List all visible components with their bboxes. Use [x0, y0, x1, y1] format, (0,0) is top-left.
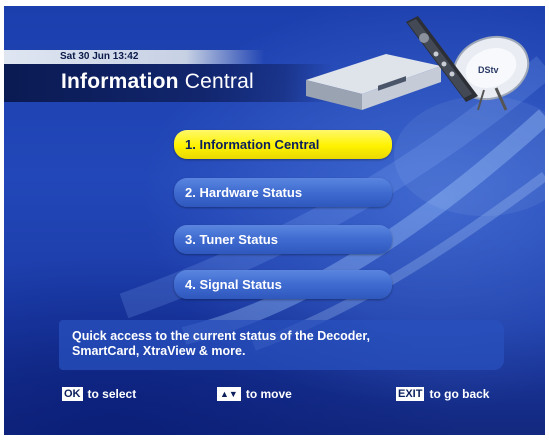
decoder-remote-dish-icon: DStv: [306, 16, 530, 111]
description-line-2: SmartCard, XtraView & more.: [72, 344, 246, 358]
footer-move-hint: ▲▼ to move: [217, 386, 292, 402]
menu-item-hardware-status[interactable]: 2. Hardware Status: [174, 178, 392, 207]
page-title: Information Central: [61, 70, 254, 94]
page-title-bold: Information: [61, 70, 179, 93]
exit-key-icon: EXIT: [396, 387, 425, 401]
up-down-arrows-icon: ▲▼: [217, 387, 241, 401]
description-line-1: Quick access to the current status of th…: [72, 329, 371, 343]
menu-item-information-central[interactable]: 1. Information Central: [174, 130, 392, 159]
move-hint-text: to move: [245, 387, 292, 401]
footer-ok-hint: OK to select: [62, 386, 136, 402]
ok-hint-text: to select: [87, 387, 137, 401]
dish-logo: DStv: [478, 65, 499, 75]
menu-item-signal-status[interactable]: 4. Signal Status: [174, 270, 392, 299]
menu-item-tuner-status[interactable]: 3. Tuner Status: [174, 225, 392, 254]
ok-key-icon: OK: [62, 387, 83, 401]
exit-hint-text: to go back: [429, 387, 490, 401]
tv-screen: Sat 30 Jun 13:42 Information Central DSt…: [4, 6, 545, 435]
page-title-light: Central: [178, 70, 254, 93]
datetime-label: Sat 30 Jun 13:42: [4, 50, 264, 64]
description-box: Quick access to the current status of th…: [59, 320, 504, 370]
footer-exit-hint: EXIT to go back: [396, 386, 489, 402]
